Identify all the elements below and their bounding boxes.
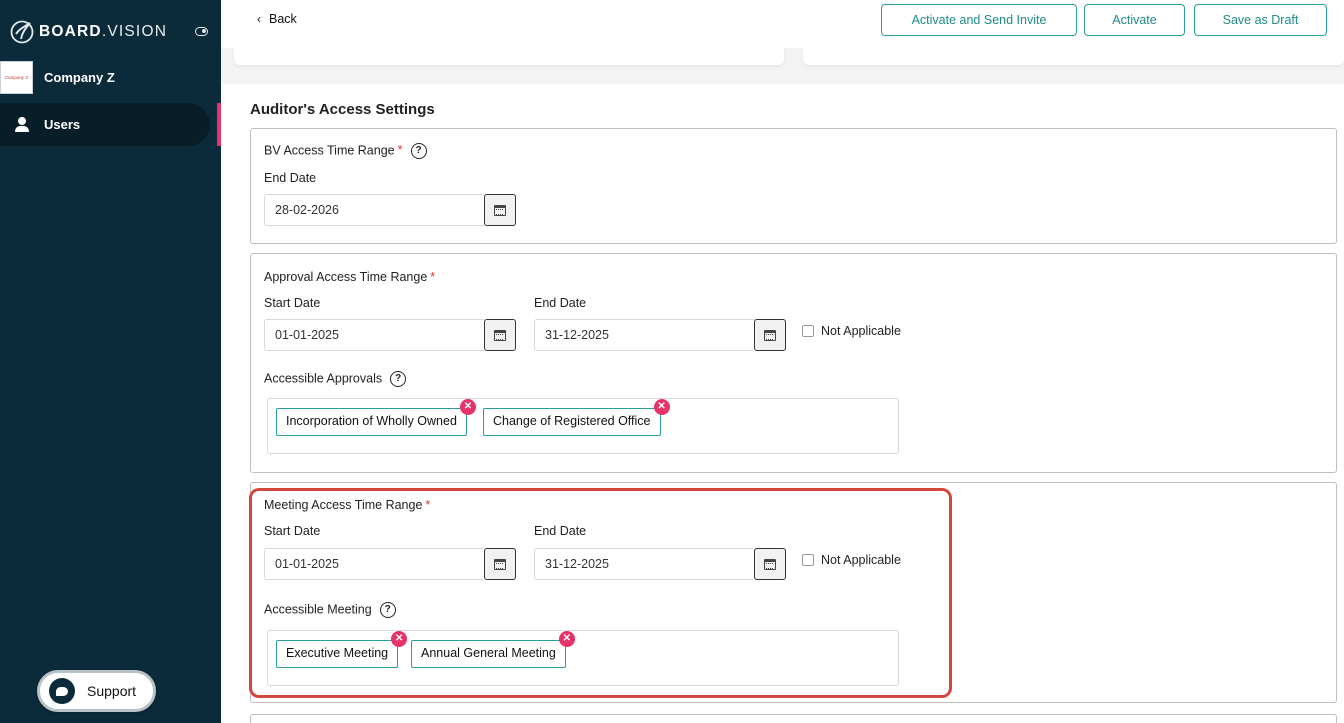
approval-start-date-input[interactable]: 01-01-2025 <box>264 319 484 351</box>
sidebar: BOARD.VISION Company Z Company Z Users S… <box>0 0 221 723</box>
access-settings-panel: Auditor's Access Settings BV Access Time… <box>221 84 1344 723</box>
brand-logo: BOARD.VISION <box>10 19 167 45</box>
calendar-icon <box>494 329 506 341</box>
meeting-access-section: Meeting Access Time Range * Start Date En… <box>250 482 1337 703</box>
approval-access-section: Approval Access Time Range * Start Date E… <box>250 253 1337 473</box>
bv-access-title: BV Access Time Range *? <box>264 143 427 159</box>
meeting-tag: Annual General Meeting ✕ <box>411 631 575 668</box>
meeting-start-date-label: Start Date <box>264 524 321 538</box>
company-selector[interactable]: Company Z Company Z <box>0 61 221 94</box>
card-bottom-left <box>234 48 784 65</box>
accessible-meeting-label: Accessible Meeting? <box>264 602 396 618</box>
section-title: Auditor's Access Settings <box>250 101 435 118</box>
meeting-start-date-input[interactable]: 01-01-2025 <box>264 548 484 580</box>
approval-start-date-label: Start Date <box>264 296 321 310</box>
calendar-icon <box>494 204 506 216</box>
save-as-draft-button[interactable]: Save as Draft <box>1194 4 1327 36</box>
next-section <box>250 714 1337 723</box>
approval-tag: Change of Registered Office ✕ <box>483 399 670 436</box>
checkbox[interactable] <box>802 554 814 566</box>
calendar-icon <box>764 558 776 570</box>
back-label: Back <box>269 12 297 26</box>
calendar-button[interactable] <box>484 194 516 226</box>
accessible-meeting-multiselect[interactable]: Executive Meeting ✕ Annual General Meetin… <box>267 630 899 686</box>
remove-tag-icon[interactable]: ✕ <box>391 631 408 647</box>
bv-access-section: BV Access Time Range *? End Date 28-02-20… <box>250 128 1337 244</box>
approval-end-date-input[interactable]: 31-12-2025 <box>534 319 754 351</box>
bv-end-date-label: End Date <box>264 171 317 185</box>
accessible-approvals-label: Accessible Approvals? <box>264 371 407 387</box>
help-icon[interactable]: ? <box>390 371 407 387</box>
back-link[interactable]: ‹ Back <box>257 12 297 26</box>
sidebar-item-label: Users <box>44 117 81 132</box>
chat-icon <box>49 678 75 704</box>
checkbox[interactable] <box>802 325 814 337</box>
support-button[interactable]: Support <box>37 670 156 712</box>
help-icon[interactable]: ? <box>410 143 427 159</box>
calendar-icon <box>494 558 506 570</box>
activate-and-send-invite-button[interactable]: Activate and Send Invite <box>881 4 1077 36</box>
card-bottom-right <box>803 48 1344 65</box>
meeting-end-date-label: End Date <box>534 524 587 538</box>
approval-not-applicable-checkbox[interactable]: Not Applicable <box>802 324 901 338</box>
sidebar-item-users[interactable]: Users <box>0 103 210 146</box>
top-bar: ‹ Back Activate and Send Invite Activate… <box>221 0 1344 48</box>
company-logo: Company Z <box>0 61 33 94</box>
activate-button[interactable]: Activate <box>1084 4 1185 36</box>
meeting-end-date-input[interactable]: 31-12-2025 <box>534 548 754 580</box>
accessible-approvals-multiselect[interactable]: Incorporation of Wholly Owned ✕ Change of… <box>267 398 899 454</box>
help-icon[interactable]: ? <box>379 602 396 618</box>
calendar-button[interactable] <box>754 319 786 351</box>
approval-tag: Incorporation of Wholly Owned ✕ <box>276 399 476 436</box>
approval-end-date-label: End Date <box>534 296 587 310</box>
boardvision-logo-icon <box>10 20 34 44</box>
support-label: Support <box>87 683 137 699</box>
company-name: Company Z <box>44 70 115 85</box>
sidebar-toggle-icon[interactable] <box>195 27 208 36</box>
meeting-not-applicable-checkbox[interactable]: Not Applicable <box>802 553 901 567</box>
main-area: ‹ Back Activate and Send Invite Activate… <box>221 0 1344 723</box>
calendar-icon <box>764 329 776 341</box>
brand-name: BOARD.VISION <box>39 23 168 40</box>
calendar-button[interactable] <box>754 548 786 580</box>
calendar-button[interactable] <box>484 548 516 580</box>
remove-tag-icon[interactable]: ✕ <box>558 631 575 647</box>
chevron-left-icon: ‹ <box>257 12 261 26</box>
remove-tag-icon[interactable]: ✕ <box>459 399 476 415</box>
meeting-access-title: Meeting Access Time Range * <box>264 498 431 512</box>
approval-access-title: Approval Access Time Range * <box>264 270 436 284</box>
calendar-button[interactable] <box>484 319 516 351</box>
user-icon <box>14 116 30 133</box>
meeting-tag: Executive Meeting ✕ <box>276 631 408 668</box>
bv-end-date-input[interactable]: 28-02-2026 <box>264 194 484 226</box>
remove-tag-icon[interactable]: ✕ <box>653 399 670 415</box>
